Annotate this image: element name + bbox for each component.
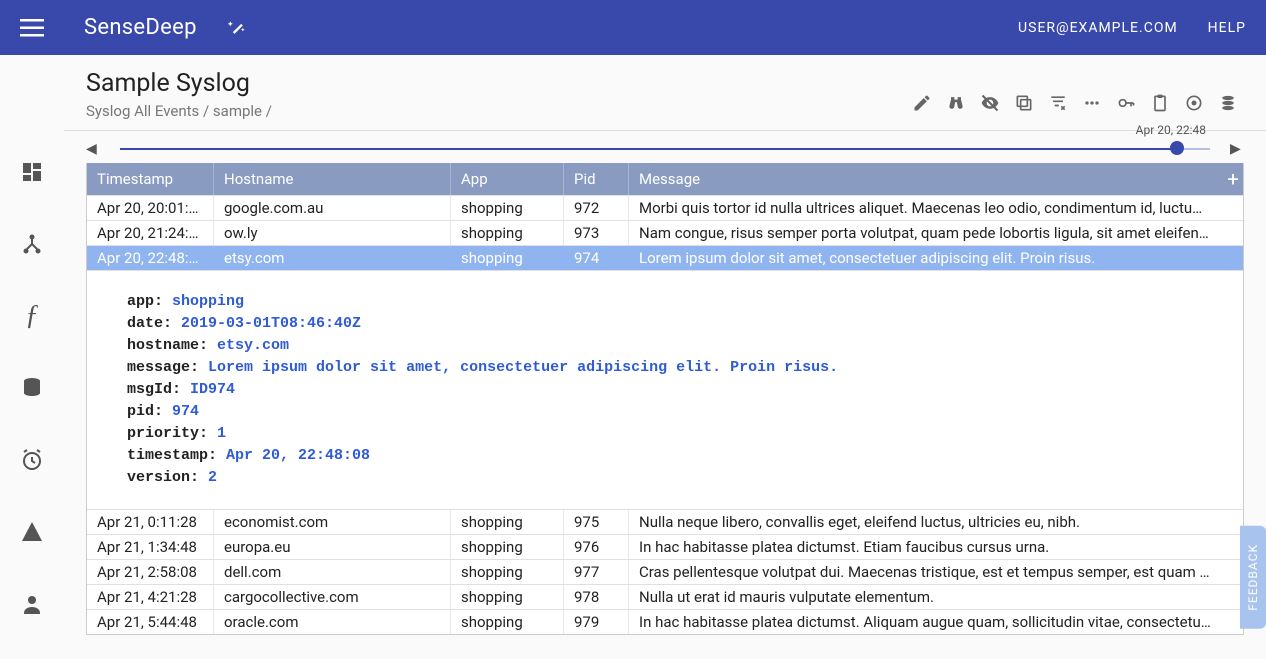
nav-tree[interactable] (12, 227, 52, 261)
filter-clear-button[interactable] (1042, 87, 1074, 119)
function-icon: ƒ (25, 300, 39, 332)
table-row[interactable]: Apr 21, 5:44:48 oracle.com shopping 979 … (87, 609, 1243, 634)
dots-icon (1082, 93, 1102, 113)
col-timestamp[interactable]: Timestamp (87, 163, 214, 195)
page-header: Sample Syslog Syslog All Events / sample… (64, 55, 1266, 131)
add-column-button[interactable]: + (1223, 163, 1243, 195)
stack-icon (1218, 93, 1238, 113)
nav-alerts[interactable] (12, 515, 52, 549)
timeline-track[interactable] (120, 144, 1210, 154)
nav-functions[interactable]: ƒ (12, 299, 52, 333)
nav-database[interactable] (12, 371, 52, 405)
alarm-icon (20, 448, 44, 472)
nav-alarms[interactable] (12, 443, 52, 477)
toolbar (904, 69, 1244, 119)
stack-button[interactable] (1212, 87, 1244, 119)
eye-off-icon (980, 93, 1000, 113)
binoculars-icon (946, 93, 966, 113)
col-app[interactable]: App (451, 163, 564, 195)
more-button[interactable] (1076, 87, 1108, 119)
wand-icon[interactable] (227, 18, 247, 38)
tree-icon (20, 232, 44, 256)
col-pid[interactable]: Pid (564, 163, 629, 195)
filter-x-icon (1048, 93, 1068, 113)
key-icon (1116, 93, 1136, 113)
breadcrumb[interactable]: Syslog All Events / sample / (86, 102, 904, 120)
feedback-tab[interactable]: FEEDBACK (1240, 526, 1266, 629)
table-row[interactable]: Apr 21, 2:58:08 dell.com shopping 977 Cr… (87, 559, 1243, 584)
table-row[interactable]: Apr 20, 21:24:48 ow.ly shopping 973 Nam … (87, 220, 1243, 245)
nav-account[interactable] (12, 587, 52, 621)
table-row[interactable]: Apr 20, 20:01:28 google.com.au shopping … (87, 195, 1243, 220)
timeline-next[interactable]: ▶ (1230, 141, 1244, 157)
location-icon (1184, 93, 1204, 113)
timeline-prev[interactable]: ◀ (86, 141, 100, 157)
key-button[interactable] (1110, 87, 1142, 119)
edit-button[interactable] (906, 87, 938, 119)
menu-icon[interactable] (20, 19, 44, 37)
warning-icon (20, 520, 44, 544)
copy-button[interactable] (1008, 87, 1040, 119)
timeline-knob[interactable] (1170, 141, 1184, 155)
col-hostname[interactable]: Hostname (214, 163, 451, 195)
col-message[interactable]: Message (629, 163, 1223, 195)
binoculars-button[interactable] (940, 87, 972, 119)
topbar: SenseDeep USER@EXAMPLE.COM HELP (0, 0, 1266, 55)
table-row[interactable]: Apr 21, 4:21:28 cargocollective.com shop… (87, 584, 1243, 609)
visibility-off-button[interactable] (974, 87, 1006, 119)
sidebar: ƒ (0, 55, 64, 659)
person-icon (20, 592, 44, 616)
timeline: Apr 20, 22:48 ◀ ▶ (64, 131, 1266, 163)
help-link[interactable]: HELP (1208, 20, 1246, 36)
table-row[interactable]: Apr 21, 0:11:28 economist.com shopping 9… (87, 509, 1243, 534)
table-row[interactable]: Apr 20, 22:48:08 etsy.com shopping 974 L… (87, 245, 1243, 270)
user-link[interactable]: USER@EXAMPLE.COM (1018, 20, 1178, 36)
detail-pane: app: shopping date: 2019-03-01T08:46:40Z… (87, 270, 1243, 509)
log-table: Timestamp Hostname App Pid Message + Apr… (86, 163, 1244, 635)
copy-icon (1014, 93, 1034, 113)
clipboard-button[interactable] (1144, 87, 1176, 119)
table-row[interactable]: Apr 21, 1:34:48 europa.eu shopping 976 I… (87, 534, 1243, 559)
brand[interactable]: SenseDeep (84, 15, 197, 40)
location-button[interactable] (1178, 87, 1210, 119)
timeline-label: Apr 20, 22:48 (1136, 123, 1206, 137)
nav-dashboard[interactable] (12, 155, 52, 189)
table-header: Timestamp Hostname App Pid Message + (87, 163, 1243, 195)
clipboard-icon (1150, 93, 1170, 113)
page-title: Sample Syslog (86, 69, 904, 98)
dashboard-icon (20, 160, 44, 184)
pencil-icon (912, 93, 932, 113)
database-icon (20, 376, 44, 400)
